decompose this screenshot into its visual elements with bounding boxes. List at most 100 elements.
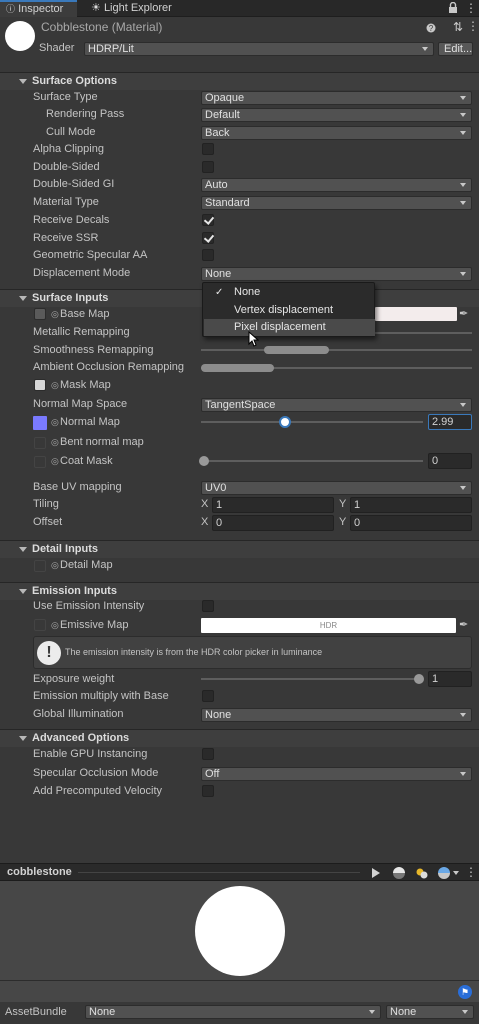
normal-map-space-value: TangentSpace [205,399,276,411]
base-uv-mapping-label: Base UV mapping [33,481,122,493]
double-sided-gi-value: Auto [205,179,228,191]
tab-light-explorer[interactable]: ☀ Light Explorer [85,0,185,17]
eyedropper-icon[interactable]: ✒ [459,618,472,632]
advanced-options-header[interactable]: Advanced Options [0,729,479,747]
environment-preview-icon[interactable] [438,867,450,879]
asset-bundle-row: AssetBundle None None [0,1002,479,1024]
light-preview-icon[interactable] [416,867,428,879]
mask-map-texture-slot[interactable] [34,379,46,391]
object-picker-icon[interactable]: ◎ [51,453,59,470]
emissive-color-swatch[interactable]: HDR [201,618,456,633]
menu-item-vertex-displacement[interactable]: Vertex displacement [204,302,375,319]
exposure-weight-knob[interactable] [414,674,424,684]
exposure-weight-track[interactable] [201,678,423,680]
emissive-map-texture-slot[interactable] [34,619,46,631]
preview-footer: ⚑ [0,980,479,1002]
detail-inputs-header[interactable]: Detail Inputs [0,540,479,558]
cull-mode-dropdown[interactable]: Back [201,126,472,140]
gpu-instancing-checkbox[interactable] [202,748,214,760]
normal-map-strength-track[interactable] [201,421,423,423]
tab-inspector[interactable]: ⓘ Inspector [0,0,77,17]
smoothness-remapping-track [201,349,472,351]
normal-map-space-dropdown[interactable]: TangentSpace [201,398,472,412]
use-emission-intensity-checkbox[interactable] [202,600,214,612]
bent-normal-map-texture-slot[interactable] [34,437,46,449]
smoothness-remapping-range-handle[interactable] [264,346,329,354]
base-uv-mapping-value: UV0 [205,482,227,494]
foldout-arrow-icon [19,79,27,84]
cull-mode-value: Back [205,127,230,139]
normal-map-strength-field[interactable]: 2.99 [428,414,472,430]
geometric-specular-aa-checkbox[interactable] [202,249,214,261]
menu-item-none[interactable]: ✓ None [204,284,375,301]
tiling-x-field[interactable]: 1 [212,497,334,513]
base-map-texture-slot[interactable] [34,308,46,320]
chevron-down-icon[interactable] [453,871,459,875]
object-picker-icon[interactable]: ◎ [51,434,59,451]
coat-mask-texture-slot[interactable] [34,456,46,468]
detail-map-texture-slot[interactable] [34,560,46,572]
foldout-arrow-icon [19,736,27,741]
coat-mask-field[interactable]: 0 [428,453,472,469]
material-type-dropdown[interactable]: Standard [201,196,472,210]
coat-mask-track[interactable] [201,460,423,462]
rendering-pass-dropdown[interactable]: Default [201,108,472,122]
eyedropper-icon[interactable]: ✒ [459,307,472,321]
surface-type-dropdown[interactable]: Opaque [201,91,472,105]
object-picker-icon[interactable]: ◎ [51,617,59,634]
base-map-label: Base Map [60,308,110,320]
receive-ssr-checkbox[interactable] [202,232,214,244]
precomputed-velocity-checkbox[interactable] [202,785,214,797]
alpha-clipping-checkbox[interactable] [202,143,214,155]
offset-y-field[interactable]: 0 [350,515,472,531]
specular-occlusion-value: Off [205,768,220,780]
shader-dropdown[interactable]: HDRP/Lit [84,42,434,56]
base-color-swatch[interactable] [375,307,457,321]
object-picker-icon[interactable]: ◎ [51,306,59,323]
ao-remapping-range-handle[interactable] [201,364,274,372]
double-sided-gi-dropdown[interactable]: Auto [201,178,472,192]
object-picker-icon[interactable]: ◎ [51,414,59,431]
normal-map-strength-knob[interactable] [279,416,291,428]
asset-bundle-dropdown[interactable]: None [85,1005,381,1019]
tiling-y-field[interactable]: 1 [350,497,472,513]
detail-inputs-title: Detail Inputs [32,543,99,555]
double-sided-checkbox[interactable] [202,161,214,173]
base-uv-mapping-dropdown[interactable]: UV0 [201,481,472,495]
asset-bundle-variant-dropdown[interactable]: None [386,1005,474,1019]
displacement-mode-dropdown[interactable]: None [201,267,472,281]
menu-item-none-label: None [234,286,261,298]
coat-mask-knob[interactable] [199,456,209,466]
geometric-specular-aa-label: Geometric Specular AA [33,249,148,261]
help-icon[interactable]: ? [426,23,436,33]
receive-decals-checkbox[interactable] [202,214,214,226]
more-options-icon-preview[interactable]: ⋮ [465,865,477,879]
global-illumination-dropdown[interactable]: None [201,708,472,722]
object-picker-icon[interactable]: ◎ [51,377,59,394]
object-picker-icon[interactable]: ◎ [51,557,59,574]
cull-mode-label: Cull Mode [46,126,96,138]
lock-icon[interactable] [448,1,458,14]
play-icon[interactable] [372,868,380,878]
specular-occlusion-dropdown[interactable]: Off [201,767,472,781]
menu-item-vertex-label: Vertex displacement [234,304,334,316]
foldout-arrow-icon [19,547,27,552]
asset-label-icon[interactable]: ⚑ [458,985,472,999]
normal-map-texture-slot[interactable] [33,416,47,430]
shader-value: HDRP/Lit [88,43,134,55]
more-options-icon-header[interactable]: ⋮ [467,19,479,33]
exposure-weight-field[interactable]: 1 [428,671,472,687]
ao-remapping-label: Ambient Occlusion Remapping [33,361,185,373]
surface-options-header[interactable]: Surface Options [0,72,479,90]
edit-shader-button[interactable]: Edit... [438,42,473,56]
more-options-icon[interactable]: ⋮ [465,1,477,15]
preview-toolbar: cobblestone ⋮ [0,863,479,881]
offset-x-field[interactable]: 0 [212,515,334,531]
metallic-remapping-slider[interactable] [375,332,472,334]
menu-item-pixel-displacement[interactable]: Pixel displacement [204,319,375,336]
sphere-preview-icon[interactable] [393,867,405,879]
tab-bar: ⓘ Inspector ☀ Light Explorer ⋮ [0,0,479,17]
emission-multiply-base-checkbox[interactable] [202,690,214,702]
preset-icon[interactable]: ⇅ [453,20,463,34]
material-preview-area[interactable] [0,881,479,980]
